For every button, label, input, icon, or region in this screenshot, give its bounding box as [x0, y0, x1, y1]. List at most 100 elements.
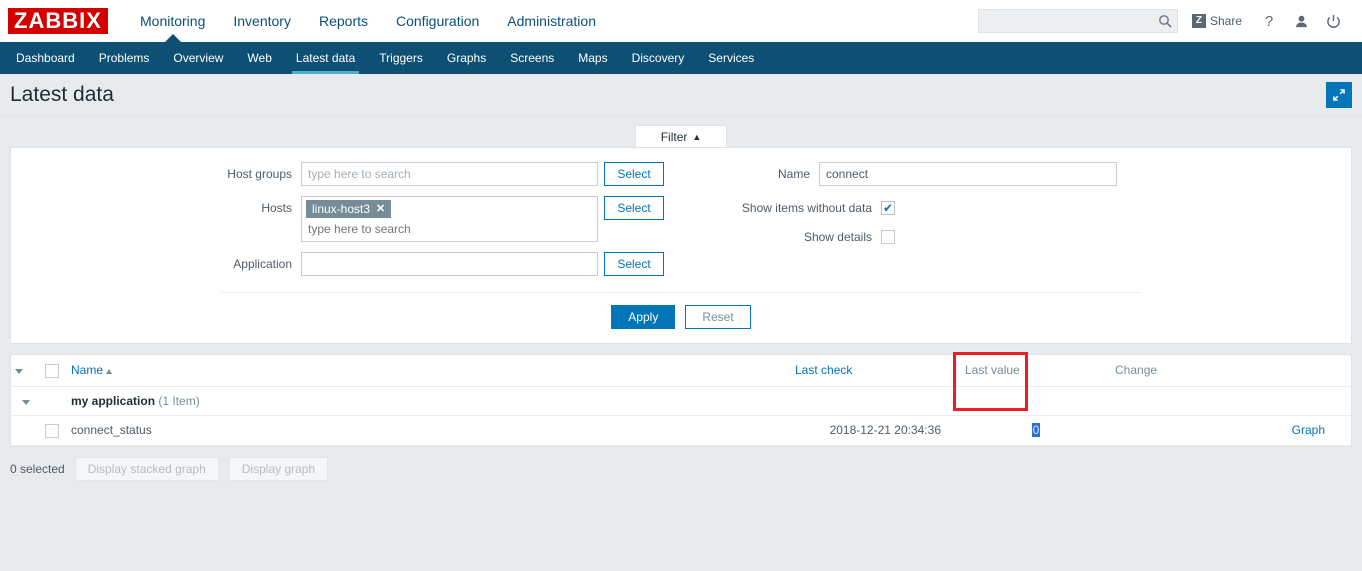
change-column-header: Change: [1111, 355, 1261, 387]
help-icon[interactable]: ?: [1258, 10, 1280, 32]
filter-fields: Host groups Select Hosts linux-host3 ✕ S…: [11, 162, 1351, 286]
filter-panel: Host groups Select Hosts linux-host3 ✕ S…: [10, 147, 1352, 344]
chevron-down-icon[interactable]: [22, 399, 30, 405]
sub-menu-item-graphs[interactable]: Graphs: [435, 42, 498, 74]
latest-data-table: Name Last check Last value Change my app…: [11, 355, 1351, 446]
sub-menu-item-dashboard[interactable]: Dashboard: [4, 42, 87, 74]
signout-icon[interactable]: [1322, 10, 1344, 32]
table-body: my application (1 Item) connect_status 2…: [11, 386, 1351, 446]
select-all-checkbox[interactable]: [45, 363, 59, 378]
sort-ascending-icon: [106, 368, 113, 374]
host-groups-select-button[interactable]: Select: [604, 162, 664, 186]
graph-column-header: [1261, 355, 1351, 387]
hosts-chip-linux-host3[interactable]: linux-host3 ✕: [306, 200, 392, 218]
main-menu-item-reports[interactable]: Reports: [305, 0, 382, 42]
filter-row-show-details: Show details: [671, 225, 1191, 244]
chevron-down-icon[interactable]: [15, 369, 23, 375]
item-name-cell: connect_status: [67, 415, 791, 446]
application-item-count: (1 Item): [158, 393, 200, 408]
sub-menu-item-triggers[interactable]: Triggers: [367, 42, 435, 74]
name-column-header[interactable]: Name: [67, 355, 791, 387]
application-select-button[interactable]: Select: [604, 252, 664, 276]
group-spacer-cell: [41, 386, 67, 416]
show-details-checkbox[interactable]: [881, 230, 895, 244]
page-body: Filter ▲ Host groups Select Hosts linux-…: [0, 125, 1362, 481]
name-sort-link[interactable]: Name: [71, 363, 103, 377]
page-header: Latest data: [0, 74, 1362, 116]
row-select-cell[interactable]: [41, 415, 67, 446]
top-right-tools: Z Share ?: [977, 0, 1354, 42]
user-icon: [1295, 15, 1307, 27]
filter-tab[interactable]: Filter ▲: [635, 125, 727, 147]
hosts-chip-label: linux-host3: [312, 202, 371, 216]
check-icon: ✔: [882, 201, 894, 215]
expand-arrows-icon: [1333, 89, 1345, 101]
close-icon[interactable]: ✕: [376, 202, 385, 216]
zabbix-logo[interactable]: ZABBIX: [8, 8, 108, 34]
show-items-without-data-checkbox[interactable]: ✔: [881, 201, 895, 215]
display-graph-button[interactable]: Display graph: [228, 456, 329, 481]
sub-menu-item-latest-data[interactable]: Latest data: [284, 42, 367, 74]
sub-menu-item-web[interactable]: Web: [235, 42, 283, 74]
filter-tab-label: Filter: [660, 129, 688, 144]
main-menu-item-configuration[interactable]: Configuration: [382, 0, 493, 42]
last-value-cell[interactable]: 0: [961, 415, 1111, 446]
global-search[interactable]: [977, 9, 1178, 33]
sub-menu-item-screens[interactable]: Screens: [498, 42, 566, 74]
last-check-column-header[interactable]: Last check: [791, 355, 961, 387]
hosts-input[interactable]: [306, 220, 586, 238]
hosts-multiselect[interactable]: linux-host3 ✕: [301, 196, 598, 242]
reset-button[interactable]: Reset: [685, 305, 751, 329]
filter-tab-row: Filter ▲: [0, 125, 1362, 147]
last-check-cell: 2018-12-21 20:34:36: [791, 415, 961, 446]
last-check-sort-link[interactable]: Last check: [795, 363, 852, 377]
name-input[interactable]: [819, 162, 1117, 186]
search-icon: [1158, 14, 1172, 28]
application-group-row: my application (1 Item): [11, 386, 1351, 416]
share-badge-icon: Z: [1191, 14, 1206, 28]
filter-column-right: Name Show items without data ✔ Show deta…: [671, 162, 1191, 286]
filter-column-left: Host groups Select Hosts linux-host3 ✕ S…: [11, 162, 671, 286]
table-row: connect_status 2018-12-21 20:34:36 0 Gra…: [11, 415, 1351, 446]
user-profile-icon[interactable]: [1290, 10, 1312, 32]
main-menu-item-monitoring[interactable]: Monitoring: [126, 0, 219, 42]
sub-menu: Dashboard Problems Overview Web Latest d…: [0, 42, 1362, 74]
filter-row-hosts: Hosts linux-host3 ✕ Select: [11, 196, 671, 242]
application-label: Application: [233, 257, 292, 271]
top-header: ZABBIX Monitoring Inventory Reports Conf…: [0, 0, 1362, 42]
last-value-link[interactable]: 0: [1031, 423, 1041, 438]
filter-row-application: Application Select: [11, 252, 671, 276]
host-groups-input[interactable]: [301, 162, 598, 186]
graph-cell[interactable]: Graph: [1261, 415, 1351, 446]
apply-button[interactable]: Apply: [611, 305, 676, 329]
select-all-header[interactable]: [41, 355, 67, 387]
show-items-without-data-label: Show items without data: [741, 201, 872, 215]
application-name: my application: [71, 393, 156, 408]
row-checkbox[interactable]: [45, 423, 59, 438]
host-groups-label: Host groups: [227, 167, 292, 181]
sub-menu-item-overview[interactable]: Overview: [161, 42, 235, 74]
filter-row-name: Name: [671, 162, 1191, 186]
kiosk-mode-button[interactable]: [1326, 82, 1352, 108]
table-head: Name Last check Last value Change: [11, 355, 1351, 387]
sub-menu-item-problems[interactable]: Problems: [87, 42, 162, 74]
table-header-row: Name Last check Last value Change: [11, 355, 1351, 387]
power-icon: [1326, 14, 1340, 28]
group-collapse-cell[interactable]: [11, 386, 41, 416]
collapse-all-header[interactable]: [11, 355, 41, 387]
sub-menu-item-maps[interactable]: Maps: [566, 42, 619, 74]
display-stacked-graph-button[interactable]: Display stacked graph: [74, 456, 219, 481]
selected-count: 0 selected: [10, 461, 65, 476]
sub-menu-item-services[interactable]: Services: [696, 42, 766, 74]
graph-link[interactable]: Graph: [1292, 423, 1325, 437]
main-menu-item-inventory[interactable]: Inventory: [219, 0, 305, 42]
filter-actions: Apply Reset: [221, 292, 1141, 329]
sub-menu-item-discovery[interactable]: Discovery: [620, 42, 697, 74]
main-menu-item-administration[interactable]: Administration: [493, 0, 610, 42]
share-button[interactable]: Z Share: [1191, 14, 1242, 28]
latest-data-table-wrapper: Name Last check Last value Change my app…: [10, 354, 1352, 447]
hosts-select-button[interactable]: Select: [604, 196, 664, 220]
filter-row-host-groups: Host groups Select: [11, 162, 671, 186]
search-input[interactable]: [978, 10, 1151, 32]
application-input[interactable]: [301, 252, 598, 276]
